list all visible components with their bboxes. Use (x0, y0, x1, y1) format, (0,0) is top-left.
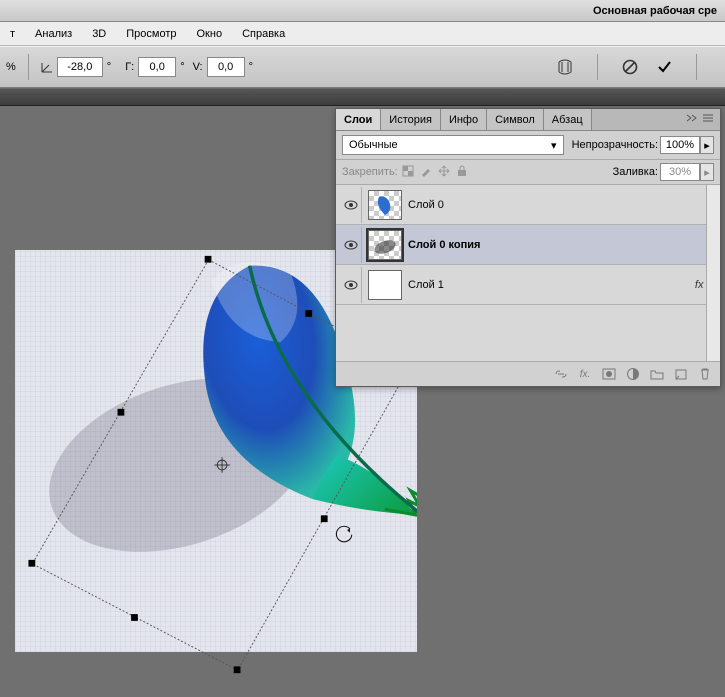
chevron-down-icon: ▾ (551, 139, 557, 152)
layer-name[interactable]: Слой 0 (408, 199, 716, 211)
tab-layers[interactable]: Слои (336, 109, 381, 130)
opacity-flyout-icon[interactable]: ▸ (700, 136, 714, 154)
menu-item-partial[interactable]: т (0, 24, 25, 44)
tab-character[interactable]: Символ (487, 109, 544, 130)
group-icon[interactable] (648, 366, 666, 382)
blend-mode-value: Обычные (349, 139, 398, 151)
layer-name[interactable]: Слой 0 копия (408, 239, 716, 251)
layer-list: Слой 0 Слой 0 копия Слой 1 fx▾ (336, 185, 720, 361)
layer-name[interactable]: Слой 1 (408, 279, 695, 291)
title-bar: Основная рабочая сре (0, 0, 725, 22)
fill-flyout-icon[interactable]: ▸ (700, 163, 714, 181)
visibility-toggle[interactable] (340, 227, 362, 263)
fill-input[interactable]: 30% (660, 163, 700, 181)
blend-mode-select[interactable]: Обычные ▾ (342, 135, 564, 155)
menu-item-3d[interactable]: 3D (82, 24, 116, 44)
blend-row: Обычные ▾ Непрозрачность: 100% ▸ (336, 131, 720, 160)
degree-label-2: ° (180, 61, 184, 73)
new-layer-icon[interactable] (672, 366, 690, 382)
lock-move-icon[interactable] (438, 165, 450, 180)
menu-item-window[interactable]: Окно (187, 24, 233, 44)
document-tab-strip (0, 88, 725, 106)
fill-label: Заливка: (613, 166, 658, 178)
layer-row[interactable]: Слой 0 (336, 185, 720, 225)
divider (597, 54, 598, 80)
h-label: Г: (125, 61, 134, 73)
percent-suffix: % (6, 61, 16, 73)
menu-item-analysis[interactable]: Анализ (25, 24, 82, 44)
opacity-label: Непрозрачность: (572, 139, 658, 151)
layers-panel: Слои История Инфо Символ Абзац Обычные ▾… (335, 108, 721, 387)
layer-thumb[interactable] (368, 230, 402, 260)
menu-bar: т Анализ 3D Просмотр Окно Справка (0, 22, 725, 46)
lock-brush-icon[interactable] (420, 165, 432, 180)
panel-tabs: Слои История Инфо Символ Абзац (336, 109, 720, 131)
menu-item-help[interactable]: Справка (232, 24, 295, 44)
v-input[interactable]: 0,0 (207, 57, 245, 77)
menu-item-view[interactable]: Просмотр (116, 24, 186, 44)
visibility-toggle[interactable] (340, 267, 362, 303)
opacity-input[interactable]: 100% (660, 136, 700, 154)
lock-label: Закрепить: (342, 166, 398, 178)
warp-icon[interactable] (555, 57, 575, 77)
mask-icon[interactable] (600, 366, 618, 382)
degree-label-3: ° (249, 61, 253, 73)
layer-row[interactable]: Слой 1 fx▾ (336, 265, 720, 305)
h-input[interactable]: 0,0 (138, 57, 176, 77)
link-layers-icon[interactable] (552, 366, 570, 382)
degree-label-1: ° (107, 61, 111, 73)
layer-row[interactable]: Слой 0 копия (336, 225, 720, 265)
panel-collapse-icon[interactable] (686, 113, 698, 126)
v-label: V: (193, 61, 203, 73)
options-bar: % -28,0 ° Г: 0,0 ° V: 0,0 ° (0, 46, 725, 88)
cancel-transform-icon[interactable] (620, 57, 640, 77)
angle-input[interactable]: -28,0 (57, 57, 103, 77)
commit-transform-icon[interactable] (654, 57, 674, 77)
fx-icon[interactable]: fx. (576, 366, 594, 382)
layer-thumb[interactable] (368, 190, 402, 220)
adjustment-icon[interactable] (624, 366, 642, 382)
workspace-label[interactable]: Основная рабочая сре (593, 5, 717, 17)
tab-info[interactable]: Инфо (441, 109, 487, 130)
angle-icon (39, 59, 55, 75)
panel-footer: fx. (336, 361, 720, 386)
divider (28, 54, 29, 80)
lock-all-icon[interactable] (456, 165, 468, 180)
trash-icon[interactable] (696, 366, 714, 382)
tab-paragraph[interactable]: Абзац (544, 109, 592, 130)
scrollbar[interactable] (706, 185, 720, 361)
lock-pixels-icon[interactable] (402, 165, 414, 180)
panel-menu-icon[interactable] (702, 113, 714, 126)
visibility-toggle[interactable] (340, 187, 362, 223)
tab-history[interactable]: История (381, 109, 441, 130)
layer-thumb[interactable] (368, 270, 402, 300)
lock-row: Закрепить: Заливка: 30% ▸ (336, 160, 720, 185)
divider (696, 54, 697, 80)
